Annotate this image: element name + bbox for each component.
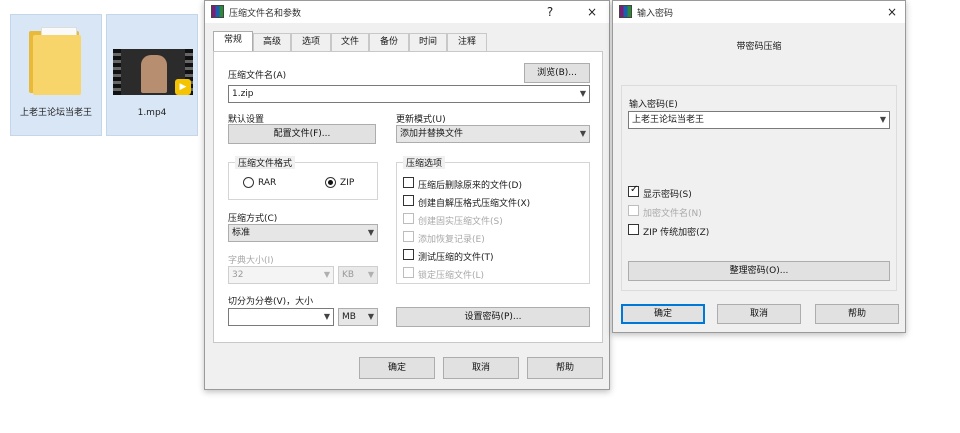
archive-name-label: 压缩文件名(A) — [228, 71, 287, 81]
method-value: 标准 — [232, 228, 251, 238]
password-dialog: 输入密码 × 带密码压缩 输入密码(E) 上老王论坛当老王 ▼ 显示密码(S) … — [612, 0, 906, 333]
chevron-down-icon: ▼ — [879, 115, 886, 124]
split-size-combo[interactable]: ▼ — [228, 308, 334, 326]
update-mode-label: 更新模式(U) — [396, 115, 446, 125]
video-thumbnail-icon: ▶ — [113, 49, 193, 95]
split-unit-select[interactable]: MB ▼ — [338, 308, 378, 326]
rar-label: RAR — [258, 178, 277, 188]
enter-password-label: 输入密码(E) — [629, 100, 678, 110]
test-files-checkbox[interactable] — [403, 249, 414, 260]
sfx-label: 创建自解压格式压缩文件(X) — [418, 199, 531, 209]
chevron-down-icon: ▼ — [579, 129, 586, 138]
chevron-down-icon: ▼ — [323, 270, 330, 279]
encrypt-names-checkbox — [628, 205, 639, 216]
chevron-down-icon: ▼ — [367, 312, 374, 321]
tab-time[interactable]: 时间 — [409, 33, 447, 51]
password-dialog-title: 输入密码 — [637, 9, 674, 19]
recovery-record-label: 添加恢复记录(E) — [418, 235, 485, 245]
chevron-down-icon: ▼ — [367, 228, 374, 237]
dict-size-value: 32 — [232, 270, 244, 280]
show-password-label: 显示密码(S) — [643, 190, 692, 200]
desktop-icon-label: 1.mp4 — [137, 108, 167, 118]
delete-after-label: 压缩后删除原来的文件(D) — [418, 181, 522, 191]
chevron-down-icon: ▼ — [323, 312, 330, 321]
rar-radio[interactable] — [243, 177, 254, 188]
help-button[interactable]: 帮助 — [527, 357, 603, 379]
cancel-button[interactable]: 取消 — [443, 357, 519, 379]
set-password-button[interactable]: 设置密码(P)... — [396, 307, 590, 327]
show-password-checkbox[interactable] — [628, 184, 639, 197]
format-group-title: 压缩文件格式 — [235, 156, 296, 169]
winrar-icon — [619, 5, 632, 18]
tab-files[interactable]: 文件 — [331, 33, 369, 51]
zip-legacy-label: ZIP 传统加密(Z) — [643, 228, 710, 238]
help-icon[interactable]: ? — [539, 3, 561, 21]
update-mode-select[interactable]: 添加并替换文件 ▼ — [396, 125, 590, 143]
general-tab-panel: 压缩文件名(A) 浏览(B)... 1.zip ▼ 默认设置 配置文件(F)..… — [213, 51, 603, 343]
dict-unit-select: KB ▼ — [338, 266, 378, 284]
dict-unit-value: KB — [342, 270, 355, 280]
method-select[interactable]: 标准 ▼ — [228, 224, 378, 242]
desktop-icon-label: 上老王论坛当老王 — [19, 108, 92, 118]
tab-options[interactable]: 选项 — [291, 33, 331, 51]
encrypt-names-label: 加密文件名(N) — [643, 209, 702, 219]
archive-dialog: 压缩文件名和参数 ? × 常规 高级 选项 文件 备份 时间 注释 压缩文件名(… — [204, 0, 610, 390]
tab-advanced[interactable]: 高级 — [253, 33, 291, 51]
split-unit-value: MB — [342, 312, 356, 322]
archive-dialog-title: 压缩文件名和参数 — [229, 9, 302, 19]
delete-after-checkbox[interactable] — [403, 177, 414, 188]
solid-label: 创建固实压缩文件(S) — [418, 217, 503, 227]
password-value: 上老王论坛当老王 — [632, 115, 705, 125]
desktop-icon-folder[interactable]: 上老王论坛当老王 — [10, 14, 102, 136]
update-mode-value: 添加并替换文件 — [400, 129, 464, 139]
zip-radio[interactable] — [325, 177, 336, 188]
close-icon[interactable]: × — [581, 3, 603, 21]
format-group: 压缩文件格式 RAR ZIP — [228, 156, 378, 200]
dict-size-label: 字典大小(I) — [228, 256, 274, 266]
folder-icon — [29, 25, 85, 97]
method-label: 压缩方式(C) — [228, 214, 278, 224]
dict-size-select: 32 ▼ — [228, 266, 334, 284]
lock-archive-checkbox — [403, 267, 414, 278]
options-group: 压缩选项 压缩后删除原来的文件(D) 创建自解压格式压缩文件(X) 创建固实压缩… — [396, 156, 590, 284]
chevron-down-icon: ▼ — [367, 270, 374, 279]
winrar-icon — [211, 5, 224, 18]
profiles-button[interactable]: 配置文件(F)... — [228, 124, 376, 144]
close-icon[interactable]: × — [881, 3, 903, 21]
zip-label: ZIP — [340, 178, 355, 188]
tab-comment[interactable]: 注释 — [447, 33, 487, 51]
desktop-icon-video[interactable]: ▶ 1.mp4 — [106, 14, 198, 136]
ok-button[interactable]: 确定 — [621, 304, 705, 324]
tab-backup[interactable]: 备份 — [369, 33, 409, 51]
lock-archive-label: 锁定压缩文件(L) — [418, 271, 485, 281]
ok-button[interactable]: 确定 — [359, 357, 435, 379]
solid-checkbox — [403, 213, 414, 224]
sfx-checkbox[interactable] — [403, 195, 414, 206]
chevron-down-icon: ▼ — [579, 89, 586, 98]
password-combo[interactable]: 上老王论坛当老王 ▼ — [628, 111, 890, 129]
password-dialog-heading: 带密码压缩 — [736, 42, 782, 52]
zip-legacy-checkbox[interactable] — [628, 224, 639, 235]
recovery-record-checkbox — [403, 231, 414, 242]
archive-name-value: 1.zip — [232, 89, 254, 99]
browse-button[interactable]: 浏览(B)... — [524, 63, 590, 83]
password-dialog-titlebar[interactable]: 输入密码 × — [613, 1, 905, 23]
archive-name-combo[interactable]: 1.zip ▼ — [228, 85, 590, 103]
help-button[interactable]: 帮助 — [815, 304, 899, 324]
archive-dialog-titlebar[interactable]: 压缩文件名和参数 ? × — [205, 1, 609, 23]
options-group-title: 压缩选项 — [403, 156, 446, 169]
organize-passwords-button[interactable]: 整理密码(O)... — [628, 261, 890, 281]
split-volume-label: 切分为分卷(V)，大小 — [228, 297, 314, 307]
cancel-button[interactable]: 取消 — [717, 304, 801, 324]
test-files-label: 测试压缩的文件(T) — [418, 253, 494, 263]
tab-general[interactable]: 常规 — [213, 31, 253, 52]
